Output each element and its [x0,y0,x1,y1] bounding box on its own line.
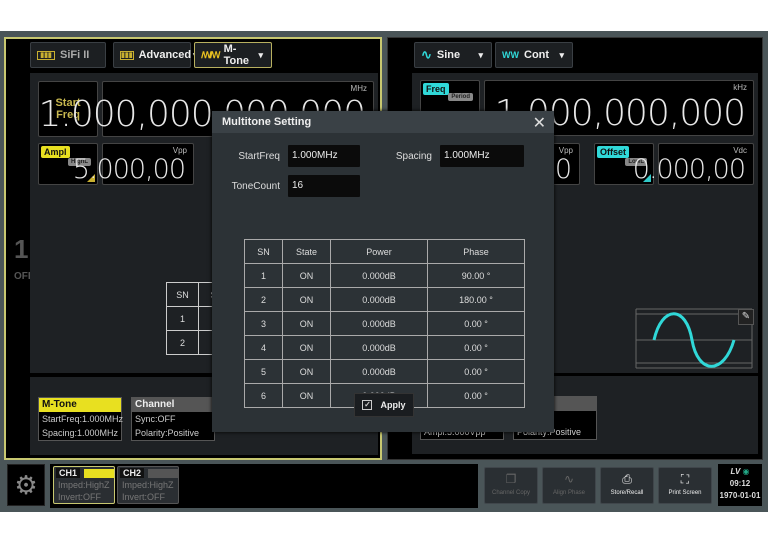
close-icon[interactable]: ✕ [533,113,546,133]
power-cell[interactable]: 0.000dB [330,335,428,360]
multitone-table: SN State Power Phase 1 ON 0.000dB 90.00 ° 2 O… [244,239,525,408]
sn-cell[interactable]: 3 [244,311,283,336]
sifi-icon: ▮▮▮ [37,50,55,60]
channel-copy-button[interactable]: ❐ Channel Copy [484,467,538,504]
phase-cell[interactable]: 0.00 ° [427,359,525,384]
checkbox-icon: ✓ [362,400,373,410]
mtone-info-box[interactable]: M-Tone StartFreq:1.000MHz Spacing:1.000M… [38,397,123,441]
time: 09:12 [729,479,751,488]
spacing-field[interactable]: 1.000MHz [440,145,524,167]
tone-count-label: ToneCount [231,181,280,192]
start-freq-field[interactable]: 1.000MHz [288,145,360,167]
waveform-dropdown[interactable]: ∿ Sine ▾ [414,42,492,68]
phase-cell[interactable]: 0.00 ° [427,383,525,408]
apply-button[interactable]: ✓ Apply [354,393,414,417]
chevron-down-icon: ▾ [258,49,263,60]
state-cell[interactable]: ON [282,263,331,288]
table-row[interactable]: 3 ON 0.000dB 0.00 ° [244,311,525,336]
sn-cell[interactable]: 1 [244,263,283,288]
state-cell[interactable]: ON [282,359,331,384]
inbox-icon: ⎙ [622,472,632,486]
waveform-preview [635,308,753,369]
chevron-down-icon: ▾ [559,49,564,60]
start-freq-label: StartFreq [238,151,280,162]
align-phase-icon: ∿ [563,472,575,486]
screenshot-icon: ⛶ [680,472,690,486]
sn-cell[interactable]: 5 [244,359,283,384]
ch1-status-card[interactable]: CH1 Imped:HighZ Invert:OFF [53,466,115,504]
mode-dropdown[interactable]: WW Cont ▾ [495,42,573,68]
channel-status-bar: CH1 Imped:HighZ Invert:OFF CH2 Imped:Hig… [50,464,478,508]
sn-cell[interactable]: 6 [244,383,283,408]
tone-count-field[interactable]: 16 [288,175,360,197]
state-cell[interactable]: ON [282,383,331,408]
multitone-setting-dialog: Multitone Setting ✕ StartFreq 1.000MHz S… [212,111,554,432]
power-cell[interactable]: 0.000dB [330,263,428,288]
utility-gear-icon[interactable]: ⚙ [7,464,45,506]
multitone-icon: ꟿꟿ [201,49,221,60]
power-cell[interactable]: 0.000dB [330,311,428,336]
spacing-label: Spacing [395,151,432,162]
network-icon: ◉ [742,467,750,476]
chevron-down-icon: ▾ [478,49,483,60]
channel-number: 1 [14,234,29,264]
sifi-button[interactable]: ▮▮▮ SiFi II [30,42,106,68]
sine-icon: ∿ [421,47,432,62]
table-row[interactable]: 1 ON 0.000dB 90.00 ° [244,263,525,288]
ch2-status-card[interactable]: CH2 Imped:HighZ Invert:OFF [117,466,179,504]
table-row[interactable]: 5 ON 0.000dB 0.00 ° [244,359,525,384]
channel-info-box[interactable]: Channel Sync:OFF Polarity:Positive [131,397,215,441]
date: 1970-01-01 [719,491,761,500]
cont-icon: WW [502,50,519,60]
sn-cell[interactable]: 2 [244,287,283,312]
copy-icon: ❐ [505,472,517,486]
dialog-title: Multitone Setting [212,111,554,133]
phase-cell[interactable]: 0.00 ° [427,311,525,336]
ampl-value: 5.000,00 [72,154,186,185]
state-cell[interactable]: ON [282,335,331,360]
align-phase-button[interactable]: ∿ Align Phase [542,467,596,504]
offset-display[interactable]: Vdc 0.000,00 [633,143,754,185]
table-row[interactable]: 2 ON 0.000dB 180.00 ° [244,287,525,312]
print-screen-button[interactable]: ⛶ Print Screen [658,467,712,504]
power-cell[interactable]: 0.000dB [330,359,428,384]
sn-cell[interactable]: 4 [244,335,283,360]
mtone-dropdown[interactable]: ꟿꟿ M-Tone ▾ [194,42,272,68]
phase-cell[interactable]: 90.00 ° [427,263,525,288]
ampl-display[interactable]: Vpp 5.000,00 [73,143,194,185]
store-recall-button[interactable]: ⎙ Store/Recall [600,467,654,504]
advanced-icon: ▮▮▮ [120,50,134,60]
status-clock: LV ◉ 09:12 1970-01-01 [718,464,762,506]
phase-cell[interactable]: 180.00 ° [427,287,525,312]
edit-waveform-icon[interactable]: ✎ [738,309,754,325]
power-cell[interactable]: 0.000dB [330,287,428,312]
state-cell[interactable]: ON [282,287,331,312]
phase-cell[interactable]: 0.00 ° [427,335,525,360]
table-header: SN State Power Phase [244,239,525,264]
table-row[interactable]: 4 ON 0.000dB 0.00 ° [244,335,525,360]
instrument-screen: 1 OFF ▮▮▮ SiFi II ▮▮▮ Advanced ▾ ꟿꟿ M-To… [0,31,768,512]
footer-bar: ⚙ CH1 Imped:HighZ Invert:OFF CH2 Imped:H… [4,464,764,508]
state-cell[interactable]: ON [282,311,331,336]
offset-value: 0.000,00 [632,154,746,185]
advanced-dropdown[interactable]: ▮▮▮ Advanced ▾ [113,42,198,68]
